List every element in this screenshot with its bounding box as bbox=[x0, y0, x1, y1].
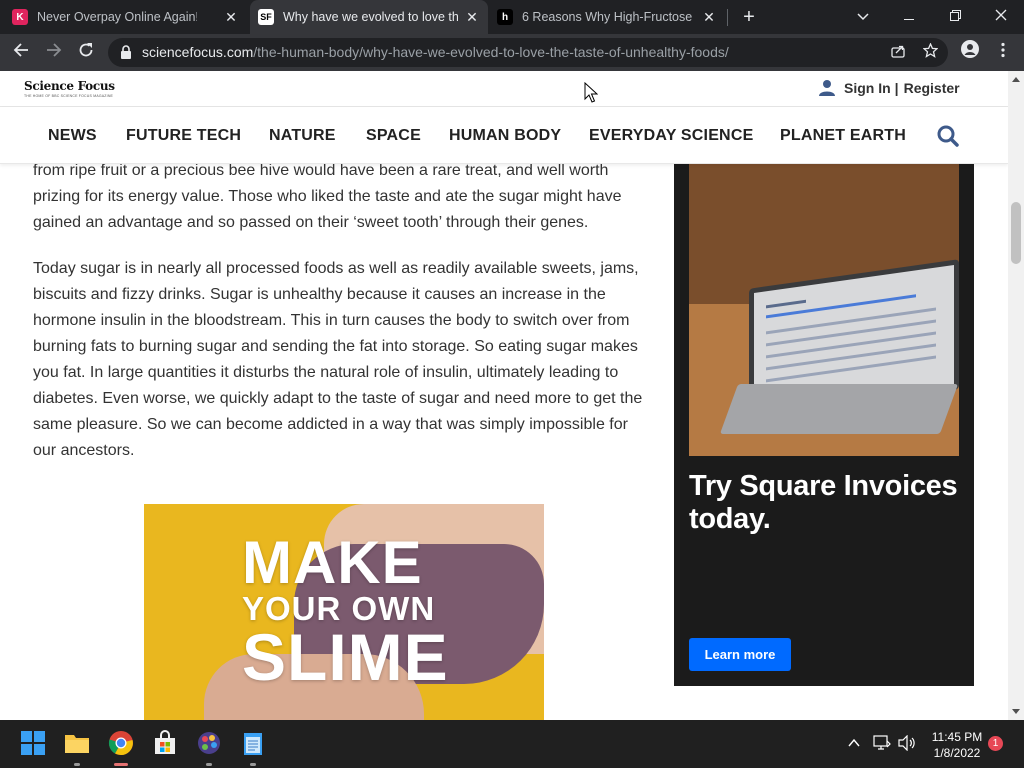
promo-line: SLIME bbox=[242, 620, 449, 694]
nav-future-tech[interactable]: FUTURE TECH bbox=[126, 127, 241, 145]
mouse-cursor-icon bbox=[584, 82, 598, 103]
article-body: from ripe fruit or a precious bee hive w… bbox=[33, 158, 648, 484]
screen-row bbox=[766, 355, 936, 383]
nav-planet-earth[interactable]: PLANET EARTH bbox=[780, 127, 906, 145]
microsoft-store-icon[interactable] bbox=[152, 730, 178, 756]
tab-title: Never Overpay Online Again! bbox=[37, 10, 197, 24]
chrome-icon[interactable] bbox=[108, 730, 134, 756]
main-navigation: NEWS FUTURE TECH NATURE SPACE HUMAN BODY… bbox=[0, 107, 1008, 164]
logo-text: Science Focus bbox=[24, 79, 115, 93]
menu-kebab-icon[interactable] bbox=[990, 40, 1016, 66]
site-header: Science Focus THE HOME OF BBC SCIENCE FO… bbox=[0, 71, 1008, 107]
account-links: Sign In | Register bbox=[818, 79, 960, 97]
sciencefocus-favicon-icon: SF bbox=[258, 9, 274, 25]
tab-why-have-we-evolved[interactable]: SF Why have we evolved to love the ✕ bbox=[250, 0, 488, 34]
toolbar: sciencefocus.com/the-human-body/why-have… bbox=[0, 34, 1024, 71]
url-text[interactable]: sciencefocus.com/the-human-body/why-have… bbox=[142, 44, 729, 60]
search-icon[interactable] bbox=[937, 125, 959, 147]
tab-separator bbox=[727, 9, 728, 26]
ad-headline: Try Square Invoices today. bbox=[689, 470, 958, 535]
reload-icon[interactable] bbox=[73, 40, 99, 66]
close-window-button[interactable] bbox=[987, 3, 1015, 29]
tab-high-fructose[interactable]: h 6 Reasons Why High-Fructose Co ✕ bbox=[497, 0, 725, 34]
learn-more-button[interactable]: Learn more bbox=[689, 638, 791, 671]
chevron-up-icon[interactable] bbox=[848, 738, 860, 748]
volume-icon[interactable] bbox=[898, 735, 916, 751]
promo-line: MAKE bbox=[242, 529, 423, 596]
network-icon[interactable] bbox=[873, 735, 891, 751]
running-indicator bbox=[250, 763, 256, 766]
tab-never-overpay[interactable]: K Never Overpay Online Again! ✕ bbox=[12, 0, 247, 34]
system-clock[interactable]: 11:45 PM 1/8/2022 bbox=[922, 729, 992, 761]
healthline-favicon-icon: h bbox=[497, 9, 513, 25]
web-page: Science Focus THE HOME OF BBC SCIENCE FO… bbox=[0, 71, 1008, 720]
address-bar[interactable]: sciencefocus.com/the-human-body/why-have… bbox=[108, 38, 948, 67]
back-arrow-icon[interactable] bbox=[8, 40, 34, 66]
scrollbar-thumb[interactable] bbox=[1011, 202, 1021, 264]
paint-app-icon[interactable] bbox=[196, 730, 222, 756]
nav-everyday-science[interactable]: EVERYDAY SCIENCE bbox=[589, 127, 753, 145]
running-indicator bbox=[206, 763, 212, 766]
scroll-down-arrow-icon[interactable] bbox=[1012, 709, 1020, 714]
ad-laptop-photo bbox=[689, 164, 959, 456]
notepad-icon[interactable] bbox=[240, 730, 266, 756]
close-tab-icon[interactable]: ✕ bbox=[223, 9, 239, 25]
user-icon bbox=[819, 80, 835, 96]
minimize-button[interactable] bbox=[895, 3, 923, 29]
square-invoices-ad[interactable]: Try Square Invoices today. Learn more bbox=[674, 164, 974, 686]
promo-text: MAKE YOUR OWN SLIME bbox=[242, 529, 449, 694]
clock-time: 11:45 PM bbox=[931, 730, 983, 744]
page-scrollbar[interactable] bbox=[1008, 71, 1024, 720]
windows-start-icon[interactable] bbox=[20, 730, 46, 756]
new-tab-button[interactable]: + bbox=[738, 6, 760, 28]
laptop-keyboard bbox=[719, 384, 959, 434]
register-link[interactable]: Register bbox=[904, 80, 960, 96]
tab-title: 6 Reasons Why High-Fructose Co bbox=[522, 10, 694, 24]
kinja-favicon-icon: K bbox=[12, 9, 28, 25]
file-explorer-icon[interactable] bbox=[64, 730, 90, 756]
nav-human-body[interactable]: HUMAN BODY bbox=[449, 127, 561, 145]
logo-tagline: THE HOME OF BBC SCIENCE FOCUS MAGAZINE bbox=[24, 94, 114, 98]
separator: | bbox=[894, 80, 899, 96]
bookmark-star-icon[interactable] bbox=[920, 42, 940, 63]
article-paragraph: from ripe fruit or a precious bee hive w… bbox=[33, 162, 622, 231]
running-indicator bbox=[74, 763, 80, 766]
close-tab-icon[interactable]: ✕ bbox=[701, 9, 717, 25]
taskbar: 11:45 PM 1/8/2022 1 bbox=[0, 720, 1024, 768]
nav-news[interactable]: NEWS bbox=[48, 127, 97, 145]
close-tab-icon[interactable]: ✕ bbox=[464, 9, 480, 25]
screen-row bbox=[766, 299, 806, 309]
restore-button[interactable] bbox=[941, 3, 969, 29]
sign-in-link[interactable]: Sign In bbox=[844, 80, 891, 96]
nav-space[interactable]: SPACE bbox=[366, 127, 421, 145]
forward-arrow-icon[interactable] bbox=[41, 40, 67, 66]
nav-nature[interactable]: NATURE bbox=[269, 127, 336, 145]
tab-strip: K Never Overpay Online Again! ✕ SF Why h… bbox=[0, 0, 1024, 34]
lock-icon[interactable] bbox=[120, 45, 132, 59]
tab-search-chevron-icon[interactable] bbox=[849, 3, 877, 29]
clock-date: 1/8/2022 bbox=[933, 746, 981, 760]
tab-title: Why have we evolved to love the bbox=[283, 10, 458, 24]
scroll-up-arrow-icon[interactable] bbox=[1012, 77, 1020, 82]
notification-badge[interactable]: 1 bbox=[988, 736, 1003, 751]
article-paragraph: Today sugar is in nearly all processed f… bbox=[33, 260, 643, 459]
slime-promo-image[interactable]: MAKE YOUR OWN SLIME bbox=[144, 504, 544, 720]
site-logo[interactable]: Science Focus THE HOME OF BBC SCIENCE FO… bbox=[24, 79, 115, 98]
profile-avatar-icon[interactable] bbox=[957, 40, 983, 66]
active-indicator bbox=[114, 763, 128, 766]
share-icon[interactable] bbox=[888, 43, 908, 63]
